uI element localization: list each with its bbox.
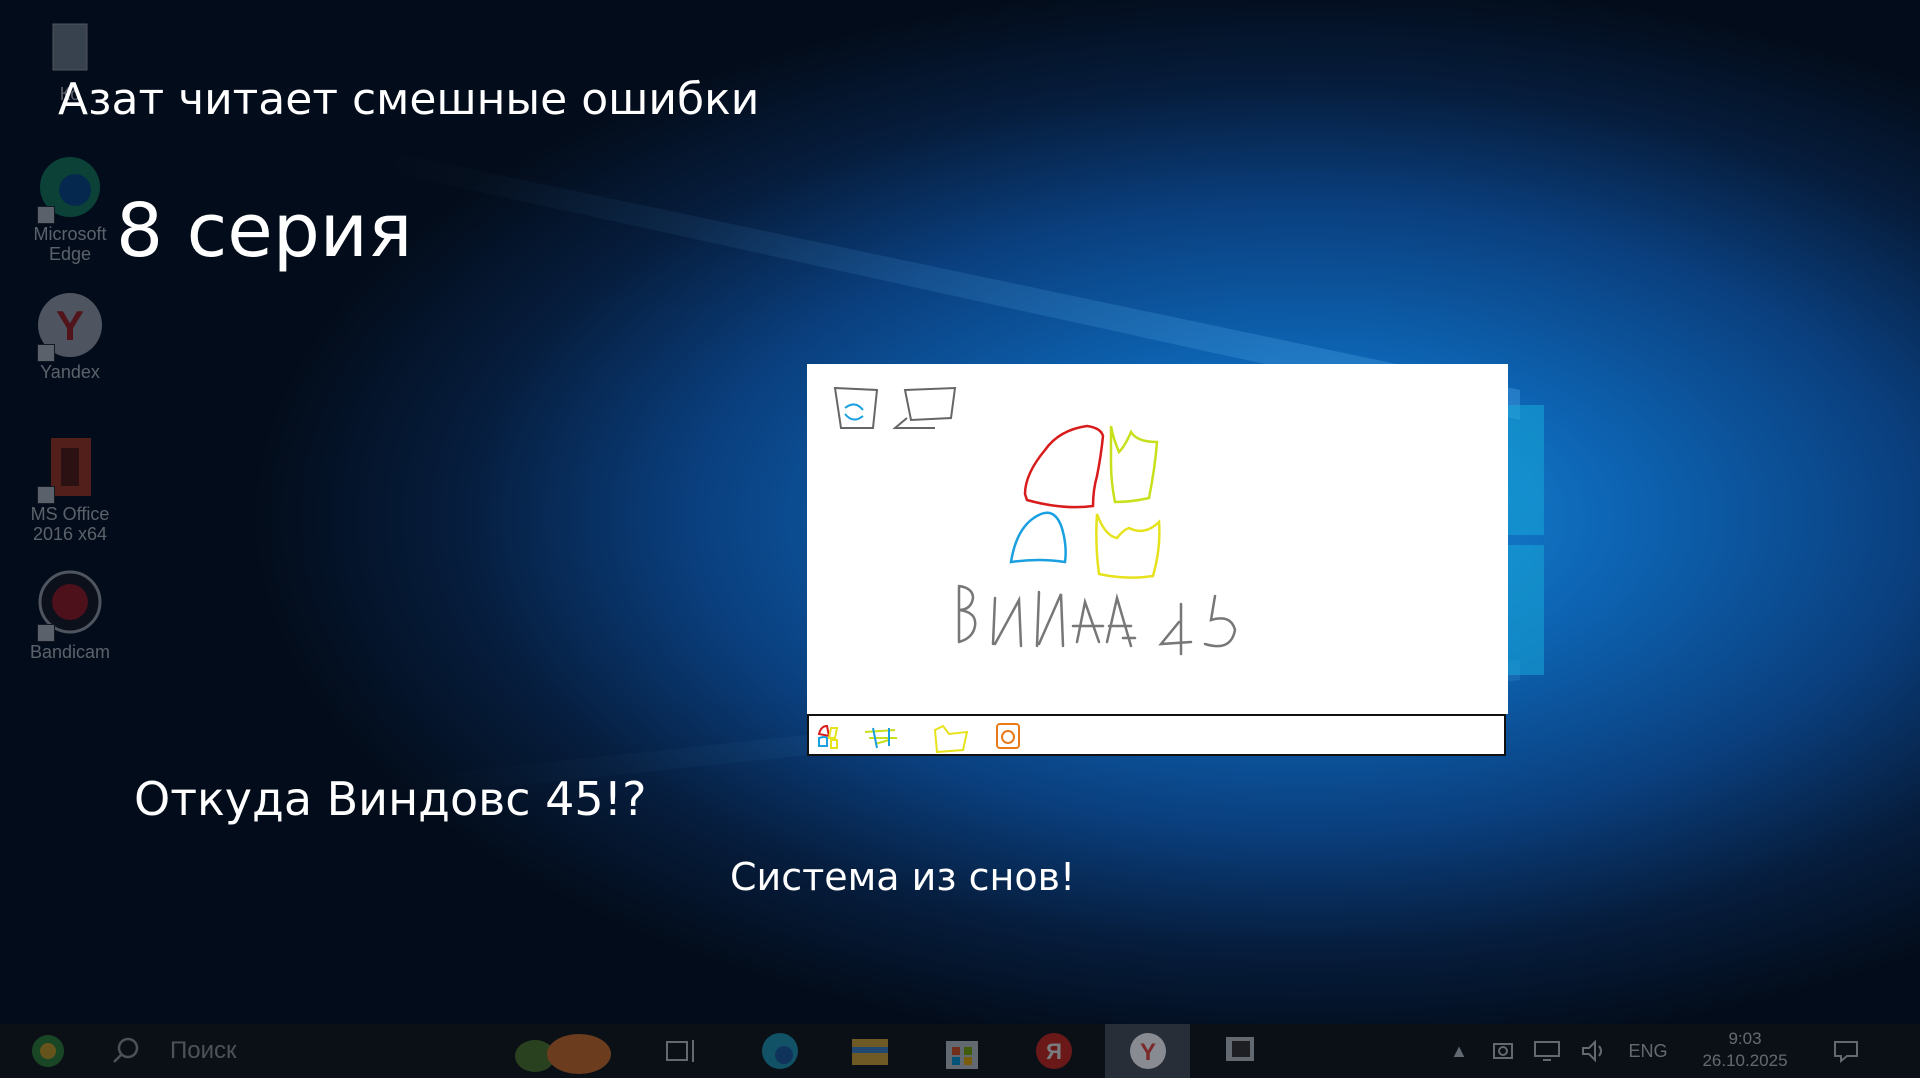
- camera-icon: [1493, 1043, 1513, 1059]
- clock-date: 26.10.2025: [1702, 1051, 1788, 1070]
- episode-label: 8 серия: [116, 188, 413, 274]
- store-icon: [946, 1041, 978, 1069]
- edge-icon: [33, 150, 107, 224]
- drawn-app-icon: [996, 723, 1020, 749]
- search-icon: [113, 1037, 139, 1063]
- clock-time: 9:03: [1728, 1029, 1762, 1048]
- drawn-yellow-pane-top: [1109, 425, 1159, 504]
- yandex-browser-icon: Y: [33, 288, 107, 362]
- drawn-computer-icon: [892, 386, 957, 429]
- desktop-icon-label: Bandicam: [29, 642, 111, 662]
- recycle-bin-icon: [33, 10, 107, 84]
- desktop-icon-label: MS Office 2016 x64: [30, 504, 110, 544]
- taskbar-window[interactable]: [1210, 1024, 1270, 1078]
- tray-volume[interactable]: [1576, 1024, 1612, 1078]
- drawn-start-icon: [817, 724, 839, 749]
- task-view-icon: [666, 1040, 694, 1062]
- task-view-button[interactable]: [658, 1024, 708, 1078]
- taskbar-yandex[interactable]: Я: [1024, 1024, 1084, 1078]
- action-center-button[interactable]: [1826, 1024, 1866, 1078]
- drawn-blue-pane: [1009, 511, 1067, 564]
- drawn-scribble-text: [957, 584, 1237, 656]
- edge-icon: [762, 1033, 798, 1069]
- drawn-recycle-bin-icon: [833, 386, 879, 429]
- desktop-icon-edge[interactable]: Microsoft Edge: [18, 150, 122, 264]
- tray-clock[interactable]: 9:03 26.10.2025: [1690, 1028, 1800, 1072]
- answer-caption: Система из снов!: [730, 855, 1076, 899]
- svg-text:Я: Я: [1046, 1039, 1062, 1064]
- bandicam-icon: [33, 568, 107, 642]
- svg-text:Y: Y: [1139, 1039, 1155, 1066]
- taskbar-edge[interactable]: [750, 1024, 810, 1078]
- chevron-up-icon: ▲: [1450, 1040, 1468, 1061]
- office-icon: [33, 430, 107, 504]
- taskbar-yandex-browser[interactable]: Y: [1115, 1024, 1180, 1078]
- drawing-canvas: [807, 364, 1508, 714]
- window-icon: [1226, 1037, 1254, 1061]
- start-icon: [32, 1035, 64, 1067]
- taskbar-store[interactable]: [932, 1024, 992, 1078]
- video-title: Азат читает смешные ошибки: [58, 74, 760, 125]
- network-icon: [1534, 1041, 1560, 1061]
- show-hidden-icons[interactable]: ▲: [1444, 1024, 1474, 1078]
- desktop-icon-label: Microsoft Edge: [33, 224, 107, 264]
- language-indicator: ENG: [1628, 1040, 1668, 1061]
- taskbar-file-explorer[interactable]: [840, 1024, 900, 1078]
- yandex-icon: Я: [1036, 1033, 1072, 1069]
- desktop-icon-yandex[interactable]: Y Yandex: [18, 288, 122, 382]
- start-button[interactable]: [18, 1024, 78, 1078]
- pumpkin-icon: [515, 1034, 611, 1074]
- drawn-search-icon: [864, 727, 897, 749]
- question-caption: Откуда Виндовс 45!?: [134, 772, 647, 826]
- tray-camera[interactable]: [1488, 1024, 1518, 1078]
- weather-widget[interactable]: [500, 1024, 620, 1078]
- svg-text:Y: Y: [56, 302, 84, 349]
- drawn-red-pane: [1023, 424, 1105, 509]
- file-explorer-icon: [852, 1039, 888, 1065]
- taskbar: Поиск Я Y ▲ ENG 9:03 26.10.2025: [0, 1024, 1920, 1078]
- search-box[interactable]: Поиск: [110, 1024, 490, 1078]
- desktop-icon-label: Yandex: [40, 362, 100, 382]
- search-placeholder: Поиск: [170, 1037, 237, 1064]
- tray-language[interactable]: ENG: [1622, 1024, 1674, 1078]
- yandex-browser-icon: Y: [1129, 1033, 1166, 1069]
- drawn-folder-icon: [933, 724, 969, 754]
- desktop-icon-bandicam[interactable]: Bandicam: [18, 568, 122, 662]
- drawn-taskbar: [807, 714, 1506, 756]
- volume-icon: [1582, 1039, 1602, 1063]
- notification-icon: [1834, 1041, 1858, 1064]
- tray-network[interactable]: [1530, 1024, 1566, 1078]
- desktop-icon-office[interactable]: MS Office 2016 x64: [18, 430, 122, 544]
- drawn-yellow-pane-bottom: [1095, 513, 1161, 579]
